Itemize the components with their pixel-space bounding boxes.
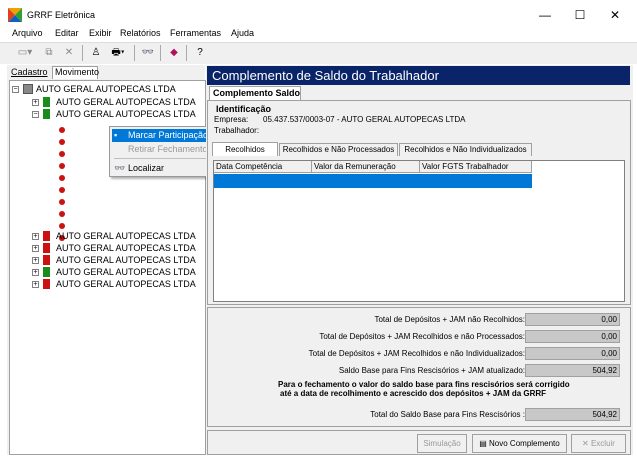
minimize-button[interactable]: — bbox=[530, 4, 560, 26]
column-header[interactable]: Valor da Remuneração bbox=[312, 161, 420, 173]
document-icon: ▤ bbox=[479, 439, 490, 448]
total-label: Total do Saldo Base para Fins Rescisório… bbox=[370, 410, 525, 419]
menu-relatorios[interactable]: Relatórios bbox=[120, 28, 161, 38]
toolbar-separator bbox=[82, 45, 83, 61]
tab-recolhidos-nao-individualizados[interactable]: Recolhidos e Não Individualizados bbox=[399, 143, 532, 156]
worker-icon[interactable] bbox=[59, 127, 65, 133]
binoculars-icon: 👓 bbox=[114, 163, 126, 173]
worker-icon[interactable] bbox=[59, 199, 65, 205]
menu-exibir[interactable]: Exibir bbox=[89, 28, 112, 38]
total-value: 504,92 bbox=[525, 408, 620, 421]
help-icon[interactable]: ? bbox=[192, 44, 208, 62]
tab-complemento-saldo[interactable]: Complemento Saldo bbox=[209, 86, 301, 100]
green-flag-icon bbox=[43, 109, 50, 119]
maximize-button[interactable]: ☐ bbox=[565, 4, 595, 26]
book-icon[interactable]: ◆ bbox=[166, 44, 182, 62]
summary-label: Saldo Base para Fins Rescisórios + JAM a… bbox=[338, 366, 525, 375]
menu-editar[interactable]: Editar bbox=[55, 28, 79, 38]
worker-icon[interactable] bbox=[59, 163, 65, 169]
new-icon[interactable]: ▭▾ bbox=[14, 44, 36, 62]
summary-value: 0,00 bbox=[525, 330, 620, 343]
worker-list bbox=[58, 125, 66, 241]
green-flag-icon bbox=[43, 97, 50, 107]
copy-icon[interactable]: ⧉ bbox=[40, 44, 58, 62]
red-flag-icon bbox=[43, 255, 50, 265]
run-icon[interactable]: ♙ bbox=[88, 44, 104, 62]
summary-value: 0,00 bbox=[525, 347, 620, 360]
menu-arquivo[interactable]: Arquivo bbox=[12, 28, 43, 38]
worker-icon[interactable] bbox=[59, 175, 65, 181]
print-icon[interactable]: 🖶▾ bbox=[106, 44, 130, 62]
delete-icon: ✕ bbox=[582, 439, 591, 448]
binoculars-icon[interactable]: 👓 bbox=[140, 44, 156, 62]
worker-icon[interactable] bbox=[59, 151, 65, 157]
excluir-button[interactable]: ✕ Excluir bbox=[571, 434, 626, 453]
red-flag-icon bbox=[43, 231, 50, 241]
tab-recolhidos[interactable]: Recolhidos bbox=[212, 142, 278, 156]
red-flag-icon bbox=[43, 279, 50, 289]
close-button[interactable]: ✕ bbox=[600, 4, 630, 26]
tab-recolhidos-nao-processados[interactable]: Recolhidos e Não Processados bbox=[279, 143, 398, 156]
empresa-label: Empresa: bbox=[214, 115, 249, 124]
summary-label: Total de Depósitos + JAM Recolhidos e nã… bbox=[308, 349, 525, 358]
app-icon bbox=[8, 8, 22, 22]
simulacao-button[interactable]: Simulação bbox=[417, 434, 467, 453]
worker-icon[interactable] bbox=[59, 211, 65, 217]
worker-icon[interactable] bbox=[59, 139, 65, 145]
toolbar-separator bbox=[186, 45, 187, 61]
summary-label: Total de Depósitos + JAM Recolhidos e nã… bbox=[319, 332, 525, 341]
toolbar-separator bbox=[134, 45, 135, 61]
tab-cadastro[interactable]: Cadastro bbox=[11, 67, 48, 77]
trabalhador-label: Trabalhador: bbox=[214, 126, 260, 135]
data-grid[interactable]: Data Competência Valor da Remuneração Va… bbox=[213, 160, 625, 302]
summary-note-1: Para o fechamento o valor do saldo base … bbox=[278, 380, 570, 389]
window-title: GRRF Eletrônica bbox=[27, 10, 96, 20]
summary-label: Total de Depósitos + JAM não Recolhidos: bbox=[374, 315, 525, 324]
column-header[interactable]: Data Competência bbox=[214, 161, 312, 173]
tab-movimento[interactable]: Movimento bbox=[52, 66, 99, 79]
building-icon bbox=[23, 84, 33, 94]
worker-icon[interactable] bbox=[59, 223, 65, 229]
novo-complemento-button[interactable]: ▤ Novo Complemento bbox=[472, 434, 567, 453]
summary-value: 0,00 bbox=[525, 313, 620, 326]
red-flag-icon bbox=[43, 243, 50, 253]
selected-row[interactable] bbox=[214, 174, 532, 188]
menu-ferramentas[interactable]: Ferramentas bbox=[170, 28, 221, 38]
worker-icon[interactable] bbox=[59, 187, 65, 193]
empresa-value: 05.437.537/0003-07 - AUTO GERAL AUTOPECA… bbox=[263, 115, 466, 124]
panel-header: Complemento de Saldo do Trabalhador bbox=[207, 66, 630, 85]
summary-note-2: até a data de recolhimento e acrescido d… bbox=[280, 389, 547, 398]
toolbar-separator bbox=[160, 45, 161, 61]
marcar-icon: ▪ bbox=[114, 130, 118, 140]
green-flag-icon bbox=[43, 267, 50, 277]
column-header[interactable]: Valor FGTS Trabalhador bbox=[420, 161, 532, 173]
summary-value: 504,92 bbox=[525, 364, 620, 377]
delete-icon[interactable]: ✕ bbox=[60, 44, 78, 62]
menu-ajuda[interactable]: Ajuda bbox=[231, 28, 254, 38]
identificacao-label: Identificação bbox=[216, 104, 272, 114]
